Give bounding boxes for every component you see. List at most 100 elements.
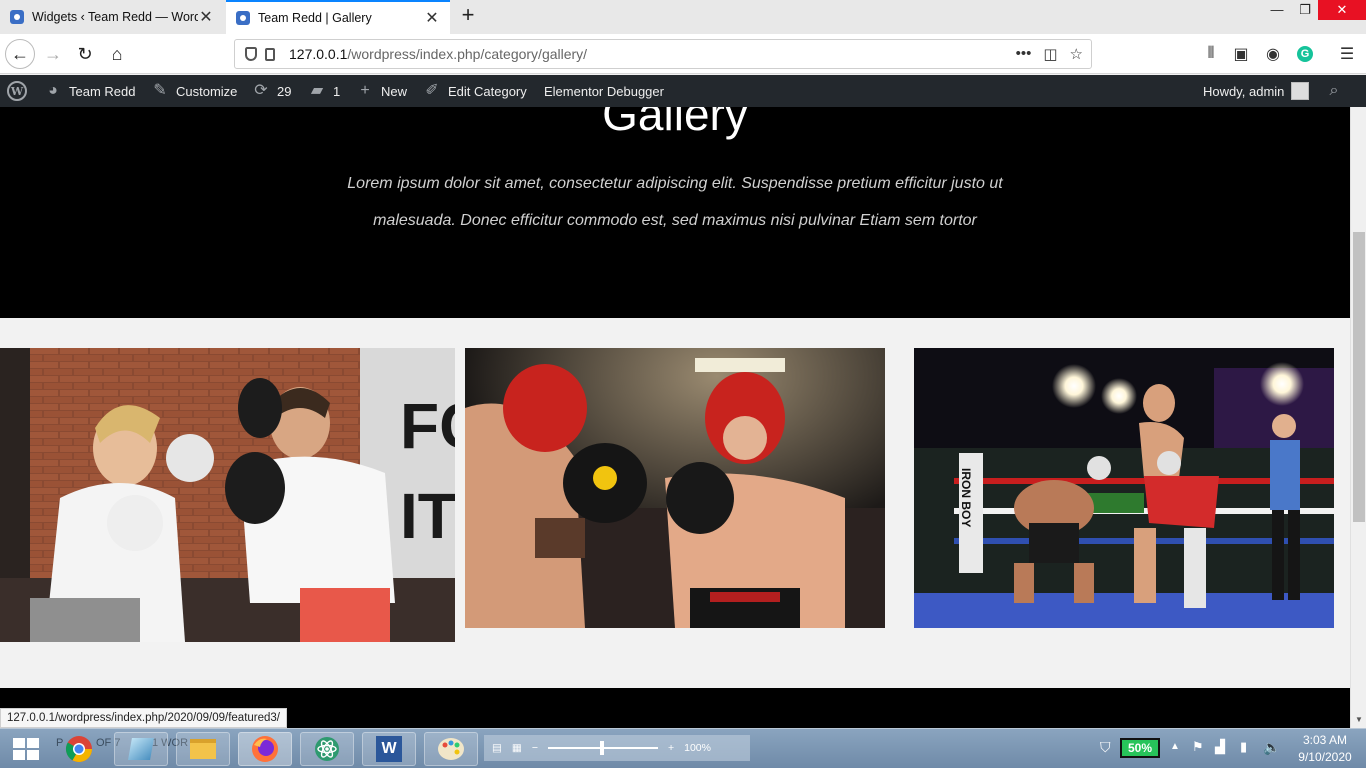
new-label: New — [381, 83, 408, 99]
gallery-image-training[interactable]: FC IT — [0, 348, 455, 642]
close-window-icon[interactable]: ✕ — [1318, 0, 1366, 20]
category-description: Lorem ipsum dolor sit amet, consectetur … — [347, 175, 1003, 229]
paint-palette-icon — [438, 738, 464, 760]
close-tab-icon[interactable]: ✕ — [198, 7, 214, 27]
grammarly-icon[interactable]: G — [1292, 41, 1318, 67]
howdy-label: Howdy, admin — [1203, 83, 1285, 99]
lock-icon[interactable] — [265, 47, 275, 61]
notepad-icon — [128, 738, 154, 760]
site-name-menu[interactable]: ◕ Team Redd — [44, 75, 135, 107]
system-clock[interactable]: 3:03 AM 9/10/2020 — [1290, 732, 1360, 766]
word-icon: W — [376, 736, 402, 762]
brush-icon: ✎ — [153, 82, 167, 99]
wp-logo-menu[interactable]: W — [7, 75, 27, 107]
web-layout-icon[interactable]: ▦ — [512, 742, 522, 754]
shield-icon[interactable] — [245, 47, 257, 61]
tray-expand-icon[interactable]: ▲ — [1170, 741, 1180, 752]
browser-tab-strip: Widgets ‹ Team Redd — WordP ✕ Team Redd … — [0, 0, 1366, 34]
plus-icon: + — [360, 82, 370, 99]
url-host: 127.0.0.1 — [289, 46, 348, 62]
svg-text:IT: IT — [400, 480, 455, 552]
gallery-image-match[interactable]: IRON BOY — [914, 348, 1334, 628]
photo-sparring-image — [465, 348, 885, 628]
tab-title: Widgets ‹ Team Redd — WordP — [32, 10, 198, 24]
windows-taskbar: P OF 7 1 WOR W ▤ ▦ − + 100% ⛉ 50% ▲ ⚑ ▟ … — [0, 728, 1366, 768]
new-tab-button[interactable]: + — [456, 4, 480, 28]
network-signal-icon[interactable]: ▟ — [1215, 739, 1225, 755]
back-icon[interactable]: ← — [5, 39, 35, 69]
tab-title: Team Redd | Gallery — [258, 11, 372, 25]
zoom-slider[interactable] — [547, 741, 658, 755]
forward-icon[interactable]: → — [38, 39, 68, 69]
zoom-out-icon[interactable]: − — [532, 742, 538, 754]
search-icon: ⌕ — [1329, 82, 1339, 99]
chrome-icon — [65, 736, 93, 763]
gallery-grid: FC IT — [0, 318, 1350, 688]
menu-icon[interactable]: ☰ — [1334, 41, 1360, 67]
taskbar-chrome[interactable] — [52, 732, 106, 766]
zoom-level: 100% — [684, 742, 711, 754]
close-tab-icon[interactable]: ✕ — [424, 8, 440, 28]
svg-text:FC: FC — [400, 390, 455, 462]
taskbar-firefox[interactable] — [238, 732, 292, 766]
tab-gallery[interactable]: Team Redd | Gallery ✕ — [226, 0, 450, 34]
action-center-flag-icon[interactable]: ⚑ — [1192, 739, 1204, 755]
power-icon[interactable]: ▮ — [1240, 739, 1247, 755]
url-path: /wordpress/index.php/category/gallery/ — [347, 46, 588, 62]
volume-icon[interactable]: 🔈 — [1263, 739, 1280, 756]
bookmark-star-icon[interactable]: ☆ — [1070, 45, 1083, 63]
debugger-label: Elementor Debugger — [544, 83, 664, 99]
account-icon[interactable]: ◉ — [1260, 41, 1286, 67]
atom-icon — [315, 737, 339, 761]
updates-icon: ⟳ — [254, 82, 268, 99]
pocket-icon[interactable]: ◫ — [1043, 45, 1057, 63]
page-title: Gallery — [602, 107, 748, 140]
tab-widgets[interactable]: Widgets ‹ Team Redd — WordP ✕ — [0, 0, 224, 34]
edit-category-link[interactable]: ✐ Edit Category — [423, 75, 527, 107]
updates-link[interactable]: ⟳ 29 — [252, 75, 291, 107]
zoom-slider-knob[interactable] — [599, 741, 604, 755]
security-shield-icon[interactable]: ⛉ — [1100, 739, 1111, 756]
firefox-icon — [252, 736, 278, 762]
library-icon[interactable]: ⫴ — [1198, 41, 1224, 67]
status-bar-url: 127.0.0.1/wordpress/index.php/2020/09/09… — [0, 708, 288, 728]
comments-link[interactable]: ▰ 1 — [308, 75, 340, 107]
folder-icon — [190, 739, 216, 759]
taskbar-file-explorer[interactable] — [176, 732, 230, 766]
sidebar-icon[interactable]: ▣ — [1228, 41, 1254, 67]
more-icon[interactable]: ••• — [1016, 45, 1032, 63]
scroll-thumb[interactable] — [1353, 232, 1365, 522]
new-content-menu[interactable]: + New — [356, 75, 407, 107]
pencil-icon: ✐ — [425, 82, 439, 99]
wordpress-favicon-icon — [10, 10, 24, 24]
gallery-image-sparring[interactable] — [465, 348, 885, 628]
dashboard-icon: ◕ — [48, 82, 58, 99]
scroll-down-icon[interactable]: ▼ — [1351, 712, 1366, 728]
account-menu[interactable]: Howdy, admin — [1203, 75, 1310, 107]
customize-label: Customize — [176, 83, 238, 99]
print-layout-icon[interactable]: ▤ — [492, 742, 502, 754]
restore-icon[interactable]: ❐ — [1288, 0, 1322, 20]
reload-icon[interactable]: ↻ — [70, 39, 100, 69]
customize-link[interactable]: ✎ Customize — [151, 75, 237, 107]
clock-date: 9/10/2020 — [1298, 750, 1352, 764]
taskbar-paint[interactable] — [424, 732, 478, 766]
admin-search[interactable]: ⌕ — [1325, 75, 1343, 107]
taskbar-app-notepad[interactable] — [114, 732, 168, 766]
clock-time: 3:03 AM — [1302, 733, 1348, 747]
elementor-debugger-link[interactable]: Elementor Debugger — [544, 75, 664, 107]
battery-indicator[interactable]: 50% — [1120, 738, 1160, 758]
page-scrollbar[interactable]: ▲ ▼ — [1350, 75, 1366, 728]
url-bar[interactable]: 127.0.0.1 /wordpress/index.php/category/… — [234, 39, 1092, 69]
home-icon[interactable]: ⌂ — [102, 39, 132, 69]
edit-category-label: Edit Category — [448, 83, 527, 99]
word-status-area: ▤ ▦ − + 100% — [484, 735, 750, 761]
photo-training-image: FC IT — [0, 348, 455, 642]
wp-admin-bar: W ◕ Team Redd ✎ Customize ⟳ 29 ▰ 1 + New… — [0, 75, 1366, 107]
photo-match-image: IRON BOY — [914, 348, 1334, 628]
zoom-in-icon[interactable]: + — [668, 742, 674, 754]
windows-start-icon[interactable] — [6, 735, 46, 763]
avatar — [1291, 82, 1310, 100]
taskbar-word[interactable]: W — [362, 732, 416, 766]
taskbar-atom[interactable] — [300, 732, 354, 766]
